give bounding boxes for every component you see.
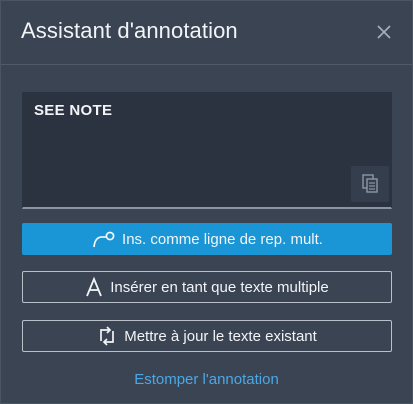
annotation-text-value[interactable]: SEE NOTE (34, 102, 112, 119)
insert-as-mtext-label: Insérer en tant que texte multiple (110, 278, 329, 296)
insert-as-multileader-button[interactable]: Ins. comme ligne de rep. mult. (22, 223, 392, 255)
update-icon (97, 325, 117, 347)
paste-icon[interactable] (351, 166, 389, 202)
insert-as-multileader-label: Ins. comme ligne de rep. mult. (122, 230, 323, 248)
update-existing-text-button[interactable]: Mettre à jour le texte existant (22, 320, 392, 352)
multileader-icon (91, 228, 115, 250)
dialog-title: Assistant d'annotation (21, 18, 238, 43)
annotation-assistant-dialog: Assistant d'annotation SEE NOTE Ins. com… (0, 0, 413, 404)
fade-annotation-link[interactable]: Estomper l'annotation (1, 371, 412, 388)
annotation-text-field[interactable]: SEE NOTE (22, 92, 392, 209)
insert-as-mtext-button[interactable]: Insérer en tant que texte multiple (22, 271, 392, 303)
close-icon[interactable] (373, 21, 395, 43)
text-a-icon (85, 276, 103, 298)
title-bar: Assistant d'annotation (1, 1, 412, 65)
dialog-body: SEE NOTE Ins. comme ligne de rep. mult. (1, 65, 412, 403)
update-existing-text-label: Mettre à jour le texte existant (124, 327, 317, 345)
